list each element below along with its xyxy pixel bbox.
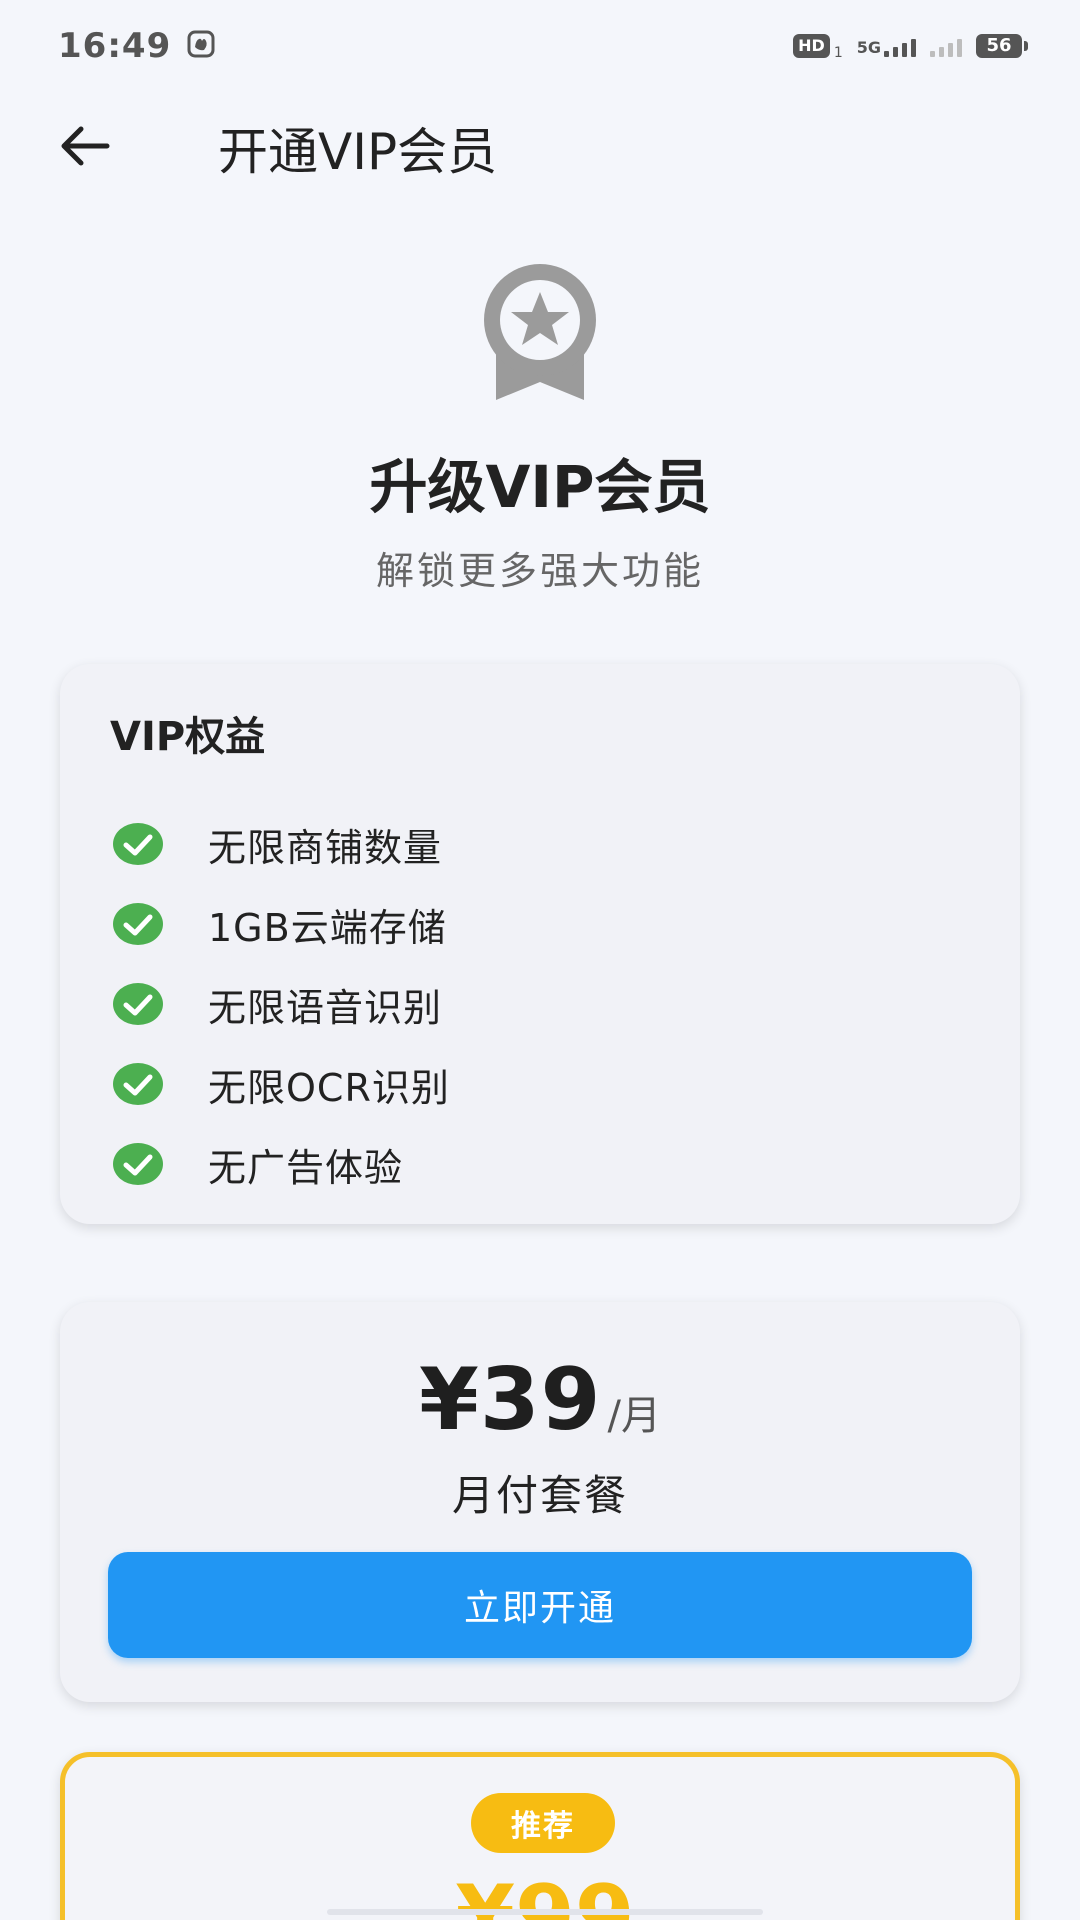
status-bar: 16:49 HD 1 5G 56 (0, 0, 1080, 92)
vip-screen: 16:49 HD 1 5G 56 开通VIP会员 升级VIP会员 解锁更多强大功… (0, 0, 1080, 1920)
network-type-label: 5G (856, 38, 881, 57)
divider (327, 1909, 763, 1915)
app-bar: 开通VIP会员 (0, 100, 1080, 192)
benefits-title: VIP权益 (110, 714, 266, 760)
medal-star-icon (474, 262, 606, 402)
monthly-plan-card[interactable]: ¥39/月 月付套餐 立即开通 (60, 1302, 1020, 1702)
monthly-price-unit: /月 (607, 1393, 661, 1439)
benefit-item: 无广告体验 (110, 1124, 970, 1204)
hero-subtitle: 解锁更多强大功能 (375, 549, 704, 593)
check-circle-icon (113, 823, 163, 865)
back-button[interactable] (50, 118, 120, 174)
benefit-label: 无限OCR识别 (208, 1065, 450, 1110)
notification-icon (187, 30, 215, 62)
signal-bars-icon (884, 35, 916, 57)
monthly-price: ¥39 (418, 1350, 602, 1450)
battery-icon: 56 (976, 34, 1028, 58)
page-title: 开通VIP会员 (218, 123, 498, 181)
signal-5g: 5G (857, 35, 916, 57)
benefit-label: 1GB云端存储 (208, 905, 447, 950)
recommended-badge: 推荐 (471, 1793, 615, 1853)
hd-sub-label: 1 (833, 45, 843, 61)
status-right: HD 1 5G 56 (793, 31, 1028, 61)
benefit-label: 无限语音识别 (208, 985, 443, 1030)
status-time: 16:49 (58, 26, 172, 66)
monthly-plan-name: 月付套餐 (451, 1471, 628, 1520)
check-circle-icon (113, 1063, 163, 1105)
secondary-signal-icon (930, 35, 962, 57)
check-circle-icon (113, 1143, 163, 1185)
arrow-left-icon (61, 126, 110, 166)
benefit-item: 无限商铺数量 (110, 804, 970, 884)
benefit-label: 无限商铺数量 (208, 825, 443, 870)
benefits-card: VIP权益 无限商铺数量 1GB云端存储 无限语音识别 无限OCR识别 无广告体… (60, 664, 1020, 1224)
benefit-item: 1GB云端存储 (110, 884, 970, 964)
benefit-item: 无限OCR识别 (110, 1044, 970, 1124)
benefit-item: 无限语音识别 (110, 964, 970, 1044)
benefit-label: 无广告体验 (208, 1145, 404, 1190)
check-circle-icon (113, 983, 163, 1025)
check-circle-icon (113, 903, 163, 945)
hd-badge: HD (793, 34, 830, 58)
recommended-plan-card[interactable]: 推荐 ¥99 (60, 1752, 1020, 1920)
hero-title: 升级VIP会员 (369, 453, 711, 521)
monthly-price-row: ¥39/月 (60, 1350, 1020, 1450)
status-left: 16:49 (58, 26, 215, 66)
subscribe-now-button[interactable]: 立即开通 (108, 1552, 972, 1658)
